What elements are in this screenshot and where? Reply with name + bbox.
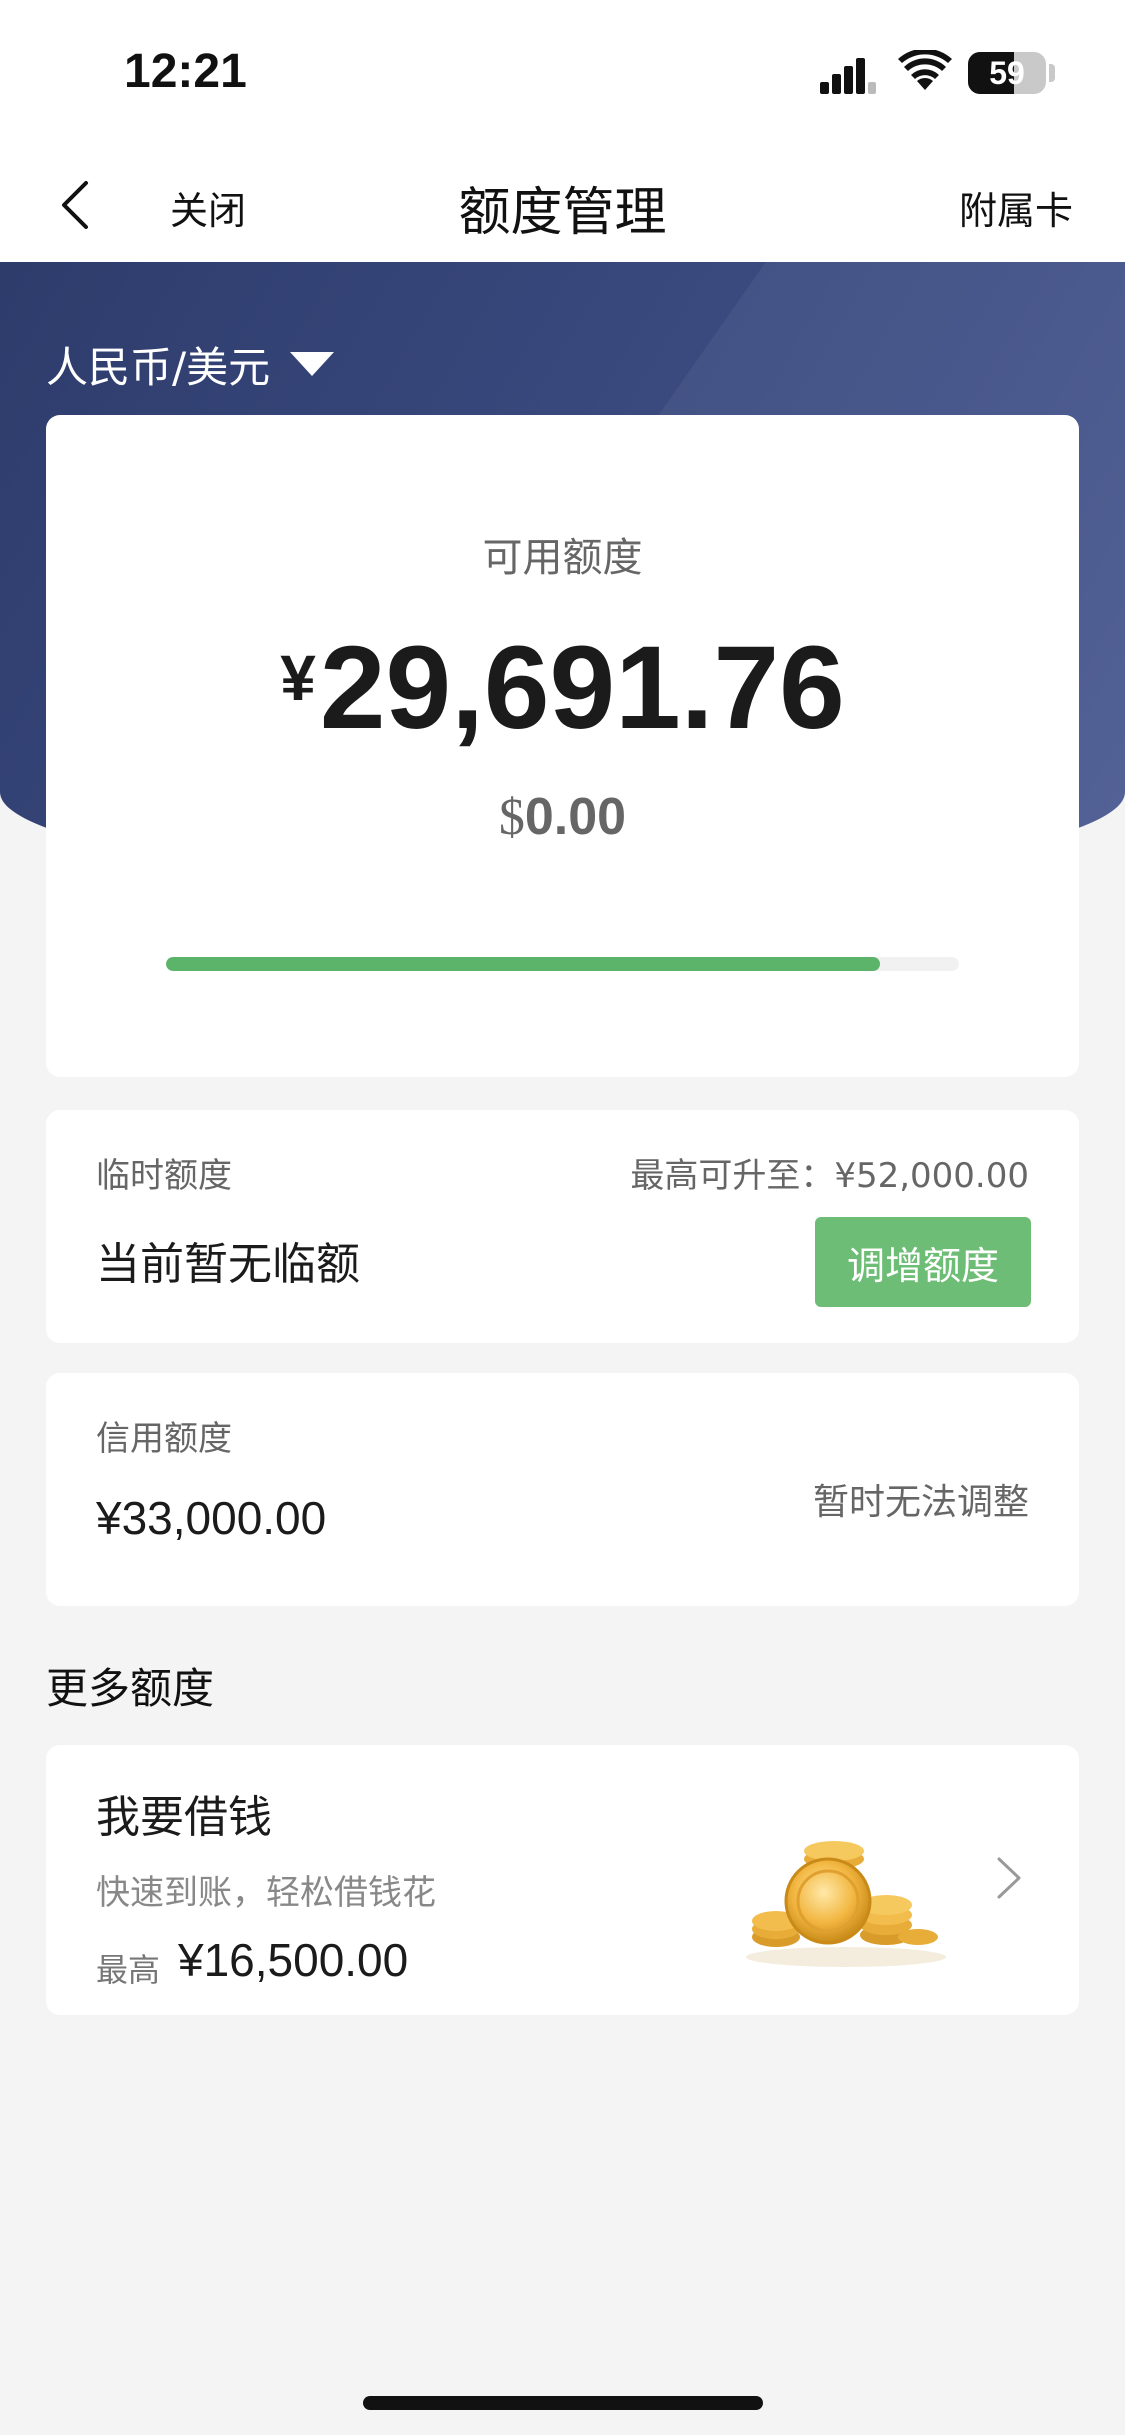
loan-max-label: 最高 [96,1951,161,1989]
temporary-limit-max: 最高可升至：¥52,000.00 [630,1156,1029,1196]
supplementary-card-link[interactable]: 附属卡 [959,180,1073,235]
temporary-limit-label: 临时额度 [96,1156,232,1196]
temporary-limit-value: 当前暂无临额 [96,1239,360,1290]
caret-down-icon [290,351,335,376]
credit-limit-status: 暂时无法调整 [812,1482,1029,1523]
credit-limit-label: 信用额度 [96,1419,232,1459]
available-limit-label: 可用额度 [482,535,643,581]
currency-selector-label: 人民币/美元 [46,343,271,392]
gold-coins-icon [746,1841,946,1967]
status-bar: 12:21 59 [0,0,1125,150]
available-cny-amount: ¥29,691.76 [46,620,1079,756]
battery-level: 59 [989,55,1025,91]
credit-limit-card: 信用额度 ¥33,000.00 暂时无法调整 [46,1373,1079,1606]
status-time: 12:21 [124,45,247,98]
loan-max-value: ¥16,500.00 [178,1934,409,1986]
loan-subtitle: 快速到账，轻松借钱花 [96,1873,436,1913]
credit-limit-value: ¥33,000.00 [96,1492,327,1544]
chevron-right-icon [997,1857,1021,1899]
increase-limit-button[interactable]: 调增额度 [815,1217,1031,1307]
cny-symbol: ¥ [280,642,316,714]
usd-symbol: $ [498,789,525,846]
home-indicator[interactable] [363,2396,763,2410]
battery-icon: 59 [968,52,1046,94]
nav-bar: 关闭 额度管理 附属卡 [0,150,1125,262]
usd-value: 0.00 [524,788,627,846]
available-usd-amount: $0.00 [46,787,1079,847]
usage-progress-bar [166,957,959,971]
more-limits-title: 更多额度 [46,1664,215,1713]
available-limit-card: 可用额度 ¥29,691.76 $0.00 [46,415,1079,1077]
currency-selector[interactable]: 人民币/美元 [46,334,335,395]
cny-value: 29,691.76 [319,622,845,754]
usage-progress-fill [166,957,880,971]
loan-title: 我要借钱 [96,1792,272,1843]
cellular-signal-icon [820,58,876,94]
loan-offer-card[interactable]: 我要借钱 快速到账，轻松借钱花 最高 ¥16,500.00 [46,1745,1079,2015]
wifi-icon [898,50,952,90]
temporary-limit-card: 临时额度 最高可升至：¥52,000.00 当前暂无临额 调增额度 [46,1110,1079,1343]
page-title: 额度管理 [458,183,667,243]
battery-tip [1049,64,1055,82]
